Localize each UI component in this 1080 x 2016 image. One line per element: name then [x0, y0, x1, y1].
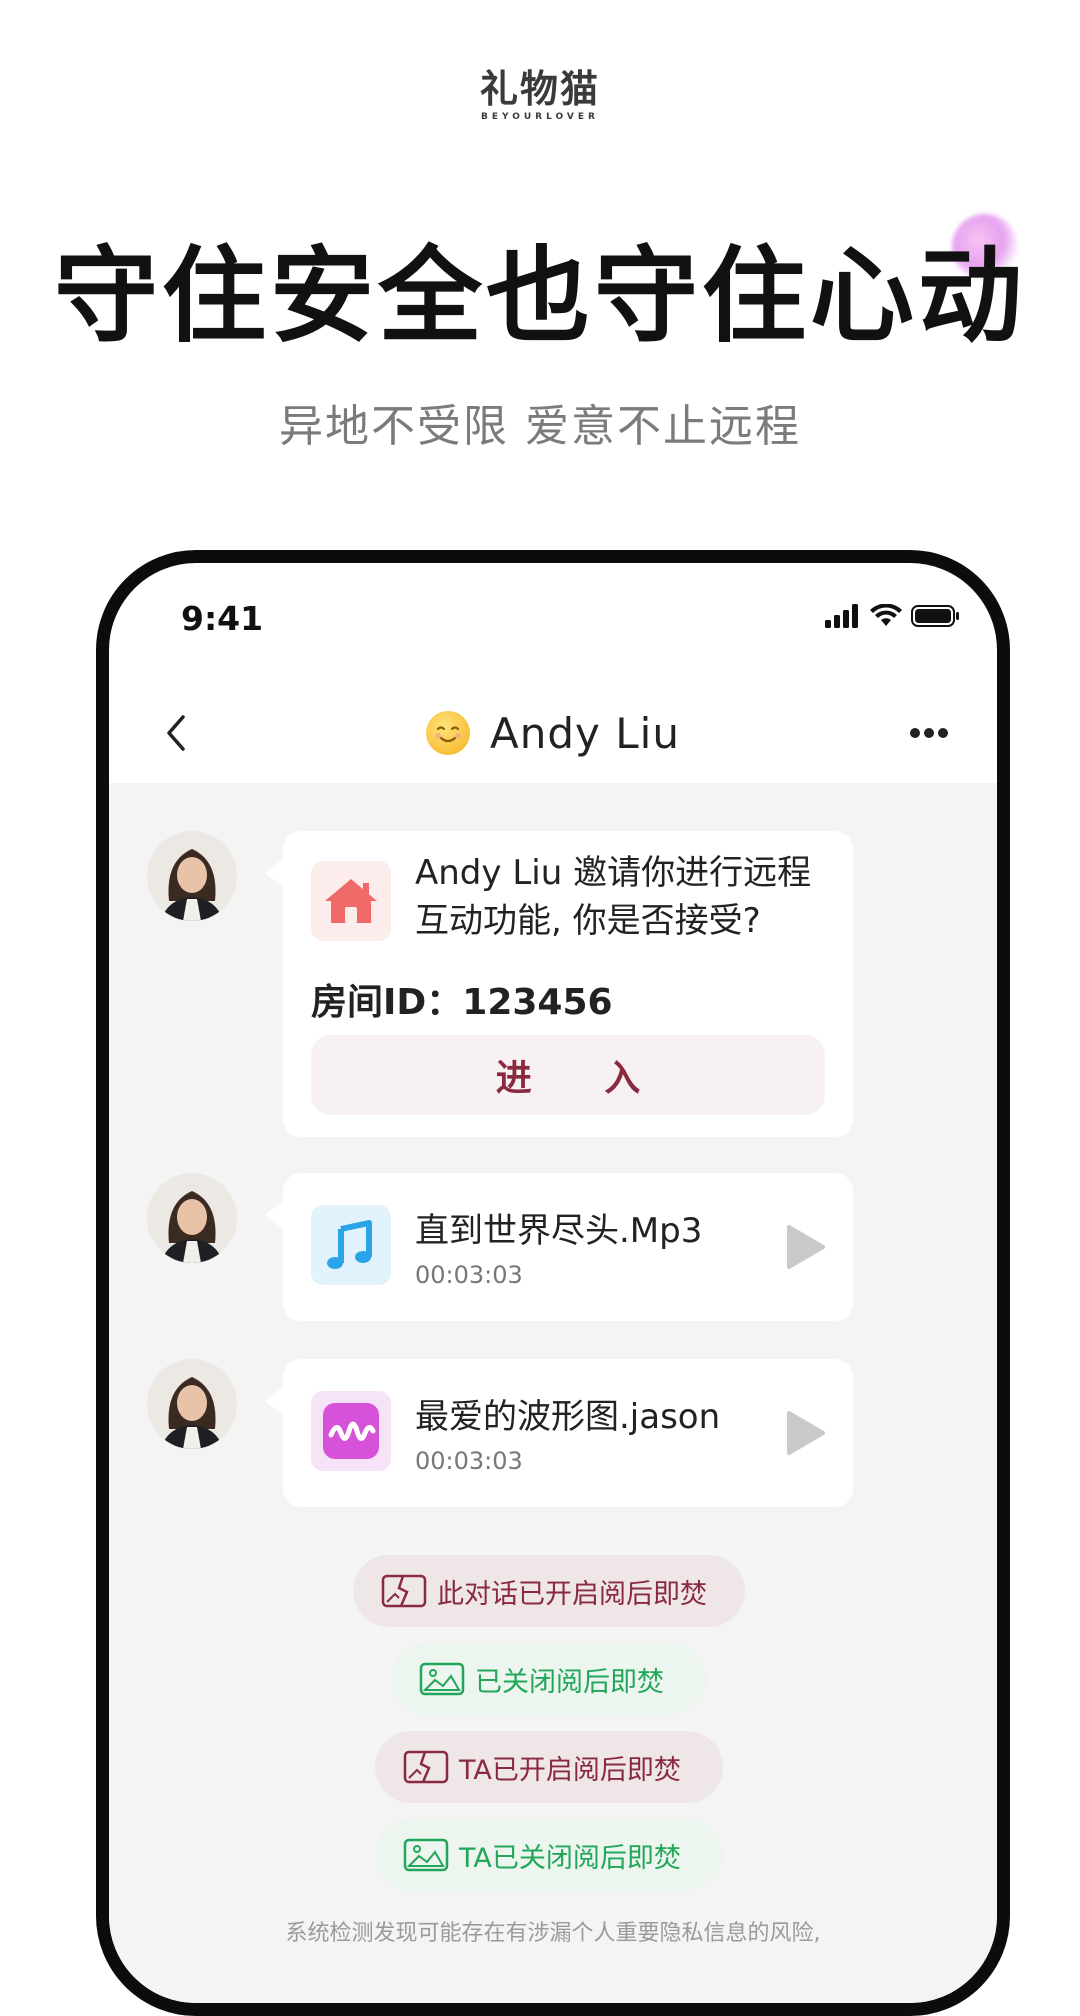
image-icon	[419, 1662, 465, 1696]
signal-icon	[825, 604, 858, 628]
contact-name: Andy Liu	[490, 708, 680, 758]
status-bar: 9:41	[109, 563, 997, 683]
status-time: 9:41	[181, 599, 264, 638]
waveform-file-message[interactable]: 最爱的波形图.jason 00:03:03	[265, 1359, 853, 1507]
chat-header: Andy Liu	[109, 683, 997, 783]
pill-text: TA已开启阅后即焚	[459, 1754, 681, 1786]
play-icon[interactable]	[785, 1409, 827, 1457]
system-notice-pill: 此对话已开启阅后即焚	[353, 1555, 745, 1627]
system-notice-pill: TA已开启阅后即焚	[375, 1731, 723, 1803]
house-icon	[311, 861, 391, 941]
burn-icon	[381, 1574, 427, 1608]
pill-text: 此对话已开启阅后即焚	[437, 1578, 707, 1610]
chat-area[interactable]: Andy Liu 邀请你进行远程互动功能, 你是否接受? 房间ID：123456…	[109, 783, 997, 2003]
wifi-icon	[870, 604, 902, 626]
invite-message[interactable]: Andy Liu 邀请你进行远程互动功能, 你是否接受? 房间ID：123456…	[265, 831, 853, 1137]
enter-button[interactable]: 进 入	[311, 1035, 825, 1115]
room-id: 房间ID：123456	[311, 982, 613, 1023]
phone-mockup: 9:41 Andy Liu Andy Liu 邀请你进行远程互动功能, 你是否接…	[96, 550, 1010, 2016]
status-icons	[825, 603, 961, 629]
more-icon[interactable]	[901, 719, 957, 747]
brand-logo: 礼物猫 BEYOURLOVER	[0, 68, 1080, 122]
pill-text: 已关闭阅后即焚	[475, 1666, 664, 1698]
image-icon	[403, 1838, 449, 1872]
pill-text: TA已关闭阅后即焚	[459, 1842, 681, 1874]
avatar[interactable]	[147, 831, 237, 921]
emoji-icon	[426, 711, 471, 755]
file-name: 直到世界尽头.Mp3	[415, 1211, 703, 1251]
chat-title: Andy Liu	[109, 683, 997, 783]
system-notice-pill: 已关闭阅后即焚	[391, 1643, 707, 1715]
brand-name: 礼物猫	[479, 67, 600, 111]
avatar[interactable]	[147, 1173, 237, 1263]
audio-file-message[interactable]: 直到世界尽头.Mp3 00:03:03	[265, 1173, 853, 1321]
battery-icon	[911, 605, 959, 627]
burn-icon	[403, 1750, 449, 1784]
brand-tagline: BEYOURLOVER	[481, 112, 599, 122]
file-name: 最爱的波形图.jason	[415, 1397, 721, 1437]
waveform-icon	[311, 1391, 391, 1471]
subline: 异地不受限 爱意不止远程	[279, 401, 801, 452]
play-icon[interactable]	[785, 1223, 827, 1271]
file-duration: 00:03:03	[415, 1261, 523, 1289]
avatar[interactable]	[147, 1359, 237, 1449]
headline: 守住安全也守住心动	[53, 235, 1026, 357]
system-notice-pill: TA已关闭阅后即焚	[375, 1819, 723, 1891]
file-duration: 00:03:03	[415, 1447, 523, 1475]
invite-text: Andy Liu 邀请你进行远程互动功能, 你是否接受?	[415, 853, 812, 941]
music-note-icon	[311, 1205, 391, 1285]
